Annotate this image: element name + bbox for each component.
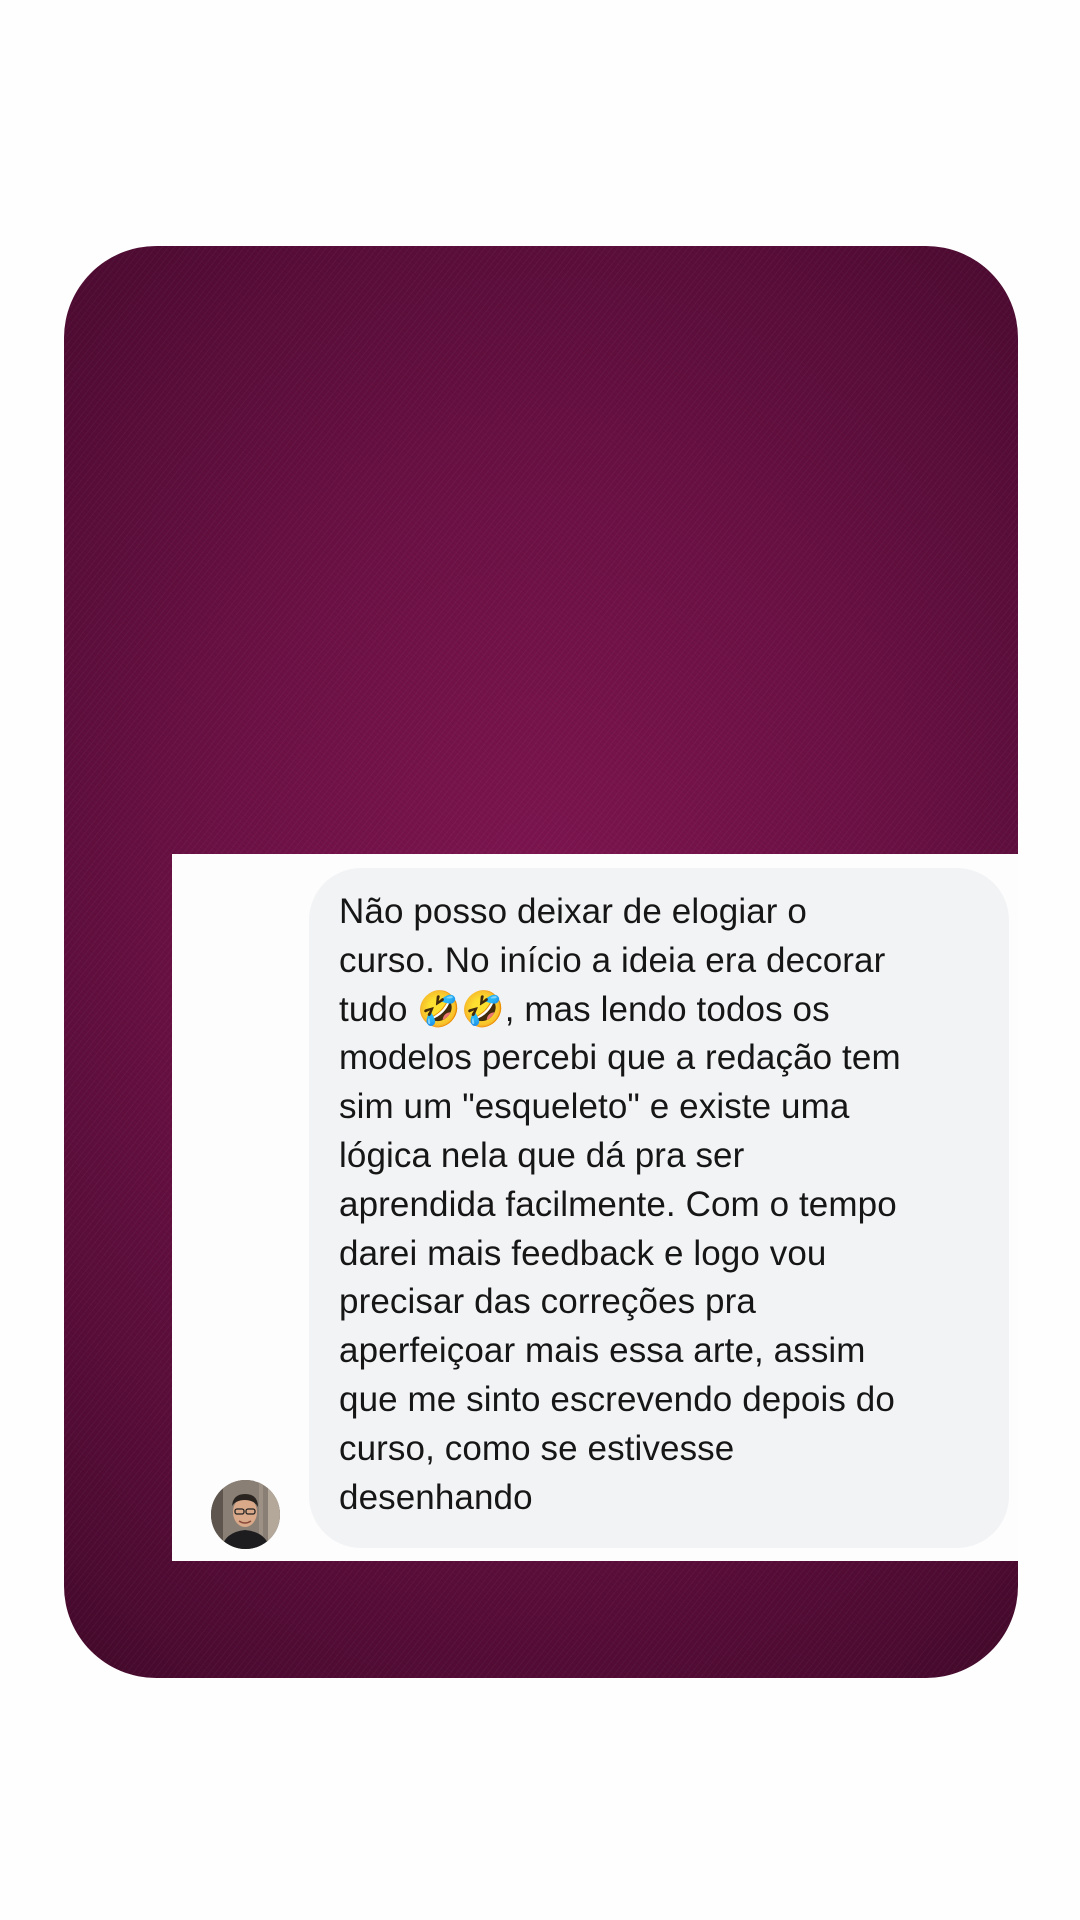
testimonial-card: Não posso deixar de elogiar o curso. No … [64,246,1018,1678]
message-bubble[interactable]: Não posso deixar de elogiar o curso. No … [309,868,1009,1548]
avatar-photo-icon [211,1480,280,1549]
chat-screenshot-panel: Não posso deixar de elogiar o curso. No … [172,854,1018,1561]
sender-avatar[interactable] [211,1480,280,1549]
message-text: Não posso deixar de elogiar o curso. No … [339,892,901,1517]
